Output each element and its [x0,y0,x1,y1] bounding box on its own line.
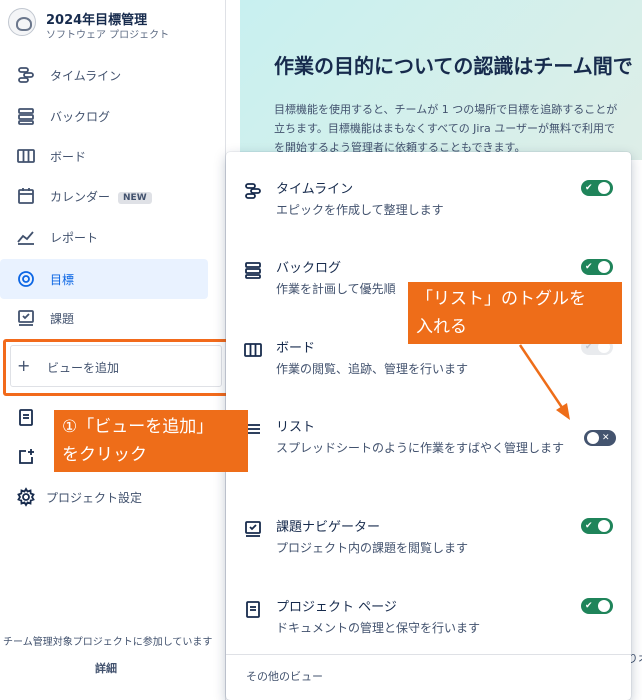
view-option-issue-navigator[interactable]: 課題ナビゲーター プロジェクト内の課題を閲覧します ✔ [226,514,631,592]
sidebar-item-label: プロジェクト設定 [46,490,143,505]
view-option-list[interactable]: リスト スプレッドシートのように作業をすばやく管理します ✕ [226,414,631,492]
add-view-panel: タイムライン エピックを作成して整理します ✔ バックログ 作業を計画して優先順… [226,152,631,700]
sidebar-item-issues[interactable]: 課題 [0,298,208,338]
view-option-description: エピックを作成して整理します [276,203,444,217]
project-pages-toggle[interactable]: ✔ [581,598,613,614]
view-option-title: タイムライン [276,182,354,197]
timeline-icon [242,180,264,202]
goal-icon [16,269,36,289]
board-icon [242,339,264,361]
more-views-link[interactable]: その他のビュー [246,668,323,684]
learn-more-link[interactable]: 詳細 [95,660,117,676]
divider [226,654,631,655]
view-option-project-pages[interactable]: プロジェクト ページ ドキュメントの管理と保守を行います ✔ [226,594,631,672]
sidebar-item-label: タイムライン [50,68,122,83]
goals-description: 目標機能を使用すると、チームが 1 つの場所で目標を追跡することが 立ちます。目… [274,100,642,157]
timeline-icon [16,65,36,85]
sidebar-item-label: ボード [50,149,87,164]
sidebar-item-goals[interactable]: 目標 [0,259,208,299]
goals-heading: 作業の目的についての認識はチーム間で [274,54,633,78]
view-option-title: プロジェクト ページ [276,600,397,615]
sidebar-item-timeline[interactable]: タイムライン [0,55,208,95]
backlog-toggle[interactable]: ✔ [581,259,613,275]
check-icon: ✔ [585,601,593,611]
check-icon: ✔ [585,521,593,531]
page-icon [242,598,264,620]
backlog-icon [16,106,36,126]
check-icon: ✔ [585,183,593,193]
sidebar-item-label: バックログ [50,109,111,124]
issues-icon [16,308,36,328]
sidebar-item-label: レポート [50,230,99,245]
callout-line: 入れる [416,317,467,337]
view-option-description: 作業の閲覧、追跡、管理を行います [276,362,469,376]
gear-icon [16,487,36,507]
check-icon: ✔ [585,262,593,272]
list-toggle[interactable]: ✕ [584,430,616,446]
view-option-timeline[interactable]: タイムライン エピックを作成して整理します ✔ [226,176,631,254]
view-option-title: ボード [276,341,316,356]
callout-line: をクリック [62,445,147,465]
view-option-title: リスト [276,420,316,435]
goals-description-line: 立ちます。目標機能はまもなくすべての Jira ユーザーが無料で利用で [274,122,616,135]
close-icon: ✕ [602,433,610,443]
callout-step-add-view: ①「ビューを追加」 をクリック [54,410,248,472]
callout-line: 「リスト」のトグルを [416,289,586,309]
view-option-title: バックログ [276,261,342,276]
add-view-highlight [3,339,231,396]
project-header[interactable]: 2024年目標管理 ソフトウェア プロジェクト [0,0,226,48]
goals-description-line: 目標機能を使用すると、チームが 1 つの場所で目標を追跡することが [274,103,618,116]
issue-navigator-icon [242,518,264,540]
sidebar-item-board[interactable]: ボード [0,136,208,176]
calendar-label: カレンダー [50,189,111,204]
board-icon [16,146,36,166]
team-managed-notice: チーム管理対象プロジェクトに参加しています [3,637,213,648]
timeline-toggle[interactable]: ✔ [581,180,613,196]
report-icon [16,227,36,247]
issue-navigator-toggle[interactable]: ✔ [581,518,613,534]
view-option-description: プロジェクト内の課題を閲覧します [276,541,469,555]
sidebar-item-calendar[interactable]: カレンダー NEW [0,176,208,216]
view-option-title: 課題ナビゲーター [276,520,381,535]
callout-toggle-list: 「リスト」のトグルを 入れる [408,282,622,344]
view-option-board[interactable]: ボード 作業の閲覧、追跡、管理を行います ✔ [226,335,631,413]
sidebar-item-reports[interactable]: レポート [0,217,208,257]
view-option-description: ドキュメントの管理と保守を行います [276,621,481,635]
page-icon [16,407,36,427]
calendar-icon [16,186,36,206]
sidebar-item-label: 目標 [50,272,75,287]
project-type: ソフトウェア プロジェクト [46,30,170,41]
new-badge: NEW [118,191,152,204]
add-shortcut-icon [16,447,36,467]
callout-line: ①「ビューを追加」 [62,417,214,437]
sidebar-item-label: 課題 [50,311,75,326]
project-avatar [8,8,36,36]
backlog-icon [242,259,264,281]
sidebar-item-label: カレンダー NEW [50,188,152,205]
sidebar-item-backlog[interactable]: バックログ [0,96,208,136]
sidebar-item-project-settings[interactable]: プロジェクト設定 [0,477,208,517]
view-option-description: スプレッドシートのように作業をすばやく管理します [276,441,565,455]
